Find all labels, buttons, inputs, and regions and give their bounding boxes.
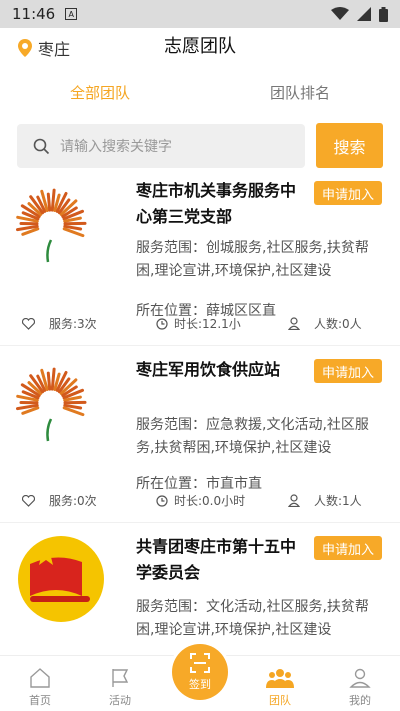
team-name: 共青团枣庄市第十五中学委员会 <box>136 537 297 582</box>
search-button[interactable]: 搜索 <box>316 123 383 168</box>
person-icon <box>288 494 300 507</box>
team-name: 枣庄市机关事务服务中心第三党支部 <box>136 181 297 226</box>
page-title: 志愿团队 <box>164 36 236 57</box>
team-stats: 服务:0次 时长:0.0小时 人数:1人 <box>0 492 400 510</box>
clock-icon <box>156 494 168 507</box>
service-count: 服务:3次 <box>22 315 97 332</box>
battery-icon <box>379 6 388 22</box>
team-card[interactable]: 枣庄市机关事务服务中心第三党支部 申请加入 服务范围：创城服务,社区服务,扶贫帮… <box>0 170 400 346</box>
service-duration: 时长:0.0小时 <box>156 492 245 509</box>
user-icon <box>349 668 371 688</box>
apply-join-button[interactable]: 申请加入 <box>314 181 382 205</box>
status-time: 11:46 <box>12 5 56 23</box>
search-icon <box>33 138 50 154</box>
checkin-button[interactable]: 签到 <box>172 644 228 700</box>
apply-join-button[interactable]: 申请加入 <box>314 359 382 383</box>
service-count: 服务:0次 <box>22 492 97 509</box>
service-scope: 服务范围：应急救援,文化活动,社区服务,扶贫帮困,环境保护,社区建设 <box>136 417 369 456</box>
volunteer-logo-icon <box>16 188 87 263</box>
notification-a-icon: A <box>65 8 78 20</box>
team-tabs: 全部团队 团队排名 <box>0 76 400 110</box>
wifi-icon <box>331 7 349 20</box>
team-list: 枣庄市机关事务服务中心第三党支部 申请加入 服务范围：创城服务,社区服务,扶贫帮… <box>0 170 400 655</box>
team-card[interactable]: 共青团枣庄市第十五中学委员会 申请加入 服务范围：文化活动,社区服务,扶贫帮困,… <box>0 524 400 655</box>
apply-join-button[interactable]: 申请加入 <box>314 536 382 560</box>
heart-icon <box>22 494 35 507</box>
team-stats: 服务:3次 时长:12.1小 人数:0人 <box>0 315 400 333</box>
scan-icon <box>190 653 210 673</box>
member-count: 人数:1人 <box>288 492 362 509</box>
signal-icon <box>357 7 371 21</box>
clock-icon <box>156 317 168 330</box>
flag-icon <box>112 669 129 687</box>
service-scope: 服务范围：创城服务,社区服务,扶贫帮困,理论宣讲,环境保护,社区建设 <box>136 240 369 279</box>
team-icon <box>266 669 294 688</box>
nav-mine[interactable]: 我的 <box>320 656 400 711</box>
tab-team-ranking[interactable]: 团队排名 <box>200 76 400 110</box>
service-duration: 时长:12.1小 <box>156 315 241 332</box>
team-location: 所在位置：市直市直 <box>136 476 262 492</box>
nav-activity[interactable]: 活动 <box>80 656 160 711</box>
service-scope: 服务范围：文化活动,社区服务,扶贫帮困,理论宣讲,环境保护,社区建设 <box>136 599 369 638</box>
volunteer-logo-icon <box>16 367 87 442</box>
person-icon <box>288 317 300 330</box>
team-card[interactable]: 枣庄军用饮食供应站 申请加入 服务范围：应急救援,文化活动,社区服务,扶贫帮困,… <box>0 347 400 523</box>
nav-team[interactable]: 团队 <box>240 656 320 711</box>
youth-league-emblem-icon <box>18 536 104 622</box>
nav-home[interactable]: 首页 <box>0 656 80 711</box>
tab-all-teams[interactable]: 全部团队 <box>0 76 200 110</box>
heart-icon <box>22 317 35 330</box>
team-name: 枣庄军用饮食供应站 <box>136 360 281 379</box>
status-bar: 11:46 A <box>0 0 400 28</box>
home-icon <box>30 668 50 688</box>
search-row: 请输入搜索关键字 搜索 <box>17 123 383 168</box>
member-count: 人数:0人 <box>288 315 362 332</box>
app-header: 枣庄 志愿团队 <box>0 28 400 68</box>
search-input[interactable]: 请输入搜索关键字 <box>17 124 305 168</box>
search-placeholder: 请输入搜索关键字 <box>60 139 172 155</box>
